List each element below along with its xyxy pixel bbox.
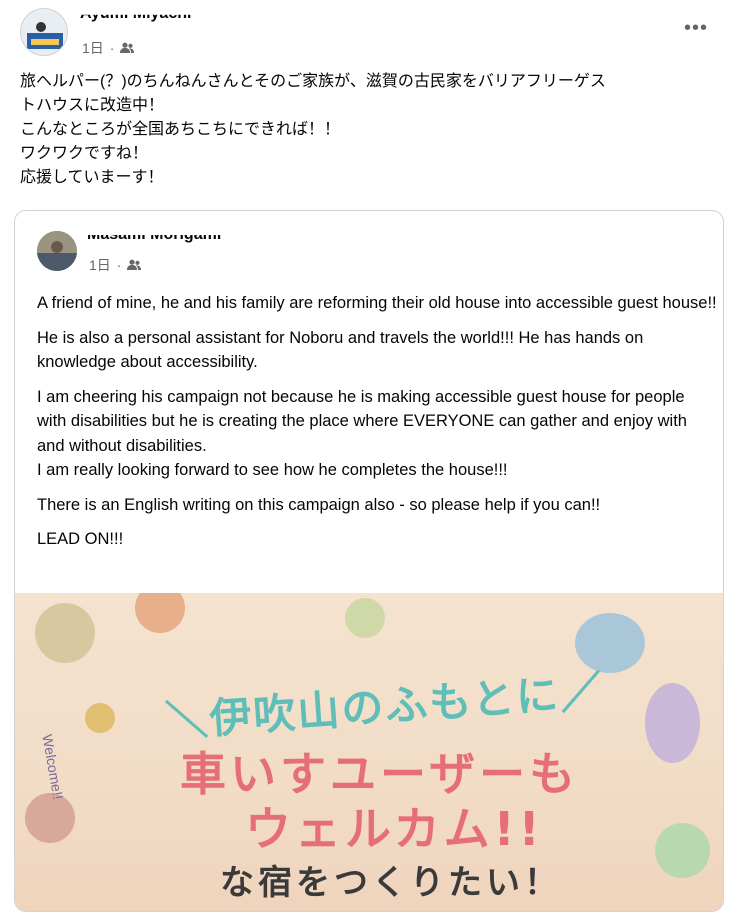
- more-options-button[interactable]: •••: [684, 18, 708, 38]
- post-meta: 1日 ·: [82, 38, 135, 58]
- post-text: 旅ヘルパー(？)のちんねんさんとそのご家族が、滋賀の古民家をバリアフリーゲス ト…: [20, 70, 720, 190]
- post-text-line: 旅ヘルパー(？)のちんねんさんとそのご家族が、滋賀の古民家をバリアフリーゲス: [20, 73, 606, 90]
- shared-paragraph: A friend of mine, he and his family are …: [37, 294, 717, 312]
- author-name[interactable]: Ayumi Miyachi: [80, 15, 191, 22]
- shared-post-card[interactable]: Masami Morigami 1日 · A friend of mine, h…: [14, 210, 724, 912]
- image-title-line3: ウェルカム!!: [245, 802, 544, 856]
- friends-icon: [120, 42, 135, 53]
- shared-paragraph: I am really looking forward to see how h…: [37, 461, 508, 479]
- shared-paragraph: I am cheering his campaign not because h…: [37, 387, 687, 455]
- shared-time[interactable]: 1日: [89, 255, 111, 275]
- friends-icon: [127, 259, 142, 270]
- shared-body: A friend of mine, he and his family are …: [37, 291, 717, 562]
- post-text-line: こんなところが全国あちこちにできれば！！: [20, 121, 341, 138]
- shared-paragraph: There is an English writing on this camp…: [37, 495, 601, 514]
- welcome-ribbon: Welcome!!: [39, 733, 67, 801]
- campaign-image[interactable]: Welcome!! ＼伊吹山のふもとに／ 車いすユーザーも ウェルカム!! な宿…: [15, 593, 723, 911]
- shared-paragraph: LEAD ON!!!: [37, 530, 124, 548]
- shared-author-avatar[interactable]: [37, 231, 77, 271]
- shared-meta: 1日 ·: [89, 255, 142, 275]
- image-title-line4: な宿をつくりたい！: [220, 863, 562, 903]
- post-header: Ayumi Miyachi 1日 · •••: [0, 0, 736, 62]
- shared-author-name[interactable]: Masami Morigami: [87, 235, 221, 243]
- shared-paragraph: He is also a personal assistant for Nobo…: [37, 328, 644, 372]
- author-avatar[interactable]: [20, 8, 68, 56]
- post-text-line: トハウスに改造中！: [20, 97, 165, 114]
- post-text-line: ワクワクですね！: [20, 145, 149, 162]
- image-title-line1: ＼伊吹山のふもとに／: [164, 666, 606, 747]
- post-time[interactable]: 1日: [82, 38, 104, 58]
- post-text-line: 応援していまーす！: [20, 169, 164, 186]
